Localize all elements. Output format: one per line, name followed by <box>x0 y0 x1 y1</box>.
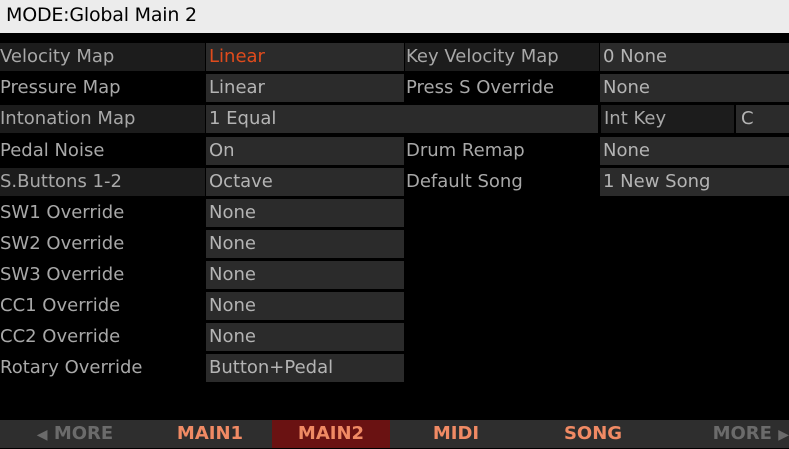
param-value-rotary-override[interactable]: Button+Pedal <box>206 354 404 382</box>
param-value-sw2-override[interactable]: None <box>206 230 404 258</box>
param-value-velocity-map[interactable]: Linear <box>206 43 404 71</box>
song-button[interactable]: SONG <box>532 420 654 448</box>
param-value-sw3-override[interactable]: None <box>206 261 404 289</box>
param-value-int-key[interactable]: C <box>736 105 789 133</box>
param-value-press-s-override[interactable]: None <box>600 74 789 102</box>
param-label-sw2-override: SW2 Override <box>0 233 125 254</box>
param-label-sbuttons: S.Buttons 1-2 <box>0 168 205 196</box>
param-value-sbuttons[interactable]: Octave <box>206 168 404 196</box>
param-label-pressure-map: Pressure Map <box>0 77 121 98</box>
param-label-sw3-override: SW3 Override <box>0 264 125 285</box>
param-value-sw1-override[interactable]: None <box>206 199 404 227</box>
param-label-drum-remap: Drum Remap <box>406 140 525 161</box>
param-label-default-song: Default Song <box>406 171 523 192</box>
param-label-int-key: Int Key <box>601 105 734 133</box>
param-label-press-s-override: Press S Override <box>406 77 555 98</box>
softbutton-bar: ◀ MORE MAIN1 MAIN2 MIDI SONG MORE ▶ <box>0 420 789 448</box>
param-label-rotary-override: Rotary Override <box>0 357 143 378</box>
title-bar: MODE:Global Main 2 <box>0 0 789 33</box>
param-value-default-song[interactable]: 1 New Song <box>600 168 789 196</box>
param-label-intonation-map: Intonation Map <box>0 105 205 133</box>
arrow-left-icon: ◀ <box>36 427 48 443</box>
param-label-pedal-noise: Pedal Noise <box>0 140 105 161</box>
more-right-button[interactable]: MORE ▶ <box>660 420 789 448</box>
param-label-key-velocity-map: Key Velocity Map <box>405 43 599 71</box>
main2-button[interactable]: MAIN2 <box>272 420 390 448</box>
more-left-label: MORE <box>53 423 114 444</box>
param-label-cc1-override: CC1 Override <box>0 295 121 316</box>
param-value-key-velocity-map[interactable]: 0 None <box>600 43 789 71</box>
param-value-pressure-map[interactable]: Linear <box>206 74 404 102</box>
page-title: MODE:Global Main 2 <box>6 4 197 26</box>
param-value-drum-remap[interactable]: None <box>600 137 789 165</box>
param-label-sw1-override: SW1 Override <box>0 202 125 223</box>
param-value-cc1-override[interactable]: None <box>206 292 404 320</box>
param-value-intonation-map[interactable]: 1 Equal <box>206 105 598 133</box>
param-label-cc2-override: CC2 Override <box>0 326 121 347</box>
more-right-label: MORE <box>712 423 772 444</box>
param-label-velocity-map: Velocity Map <box>0 43 205 71</box>
param-value-cc2-override[interactable]: None <box>206 323 404 351</box>
arrow-right-icon: ▶ <box>778 427 789 443</box>
midi-button[interactable]: MIDI <box>400 420 512 448</box>
param-value-pedal-noise[interactable]: On <box>206 137 404 165</box>
main1-button[interactable]: MAIN1 <box>152 420 268 448</box>
more-left-button[interactable]: ◀ MORE <box>0 420 150 448</box>
